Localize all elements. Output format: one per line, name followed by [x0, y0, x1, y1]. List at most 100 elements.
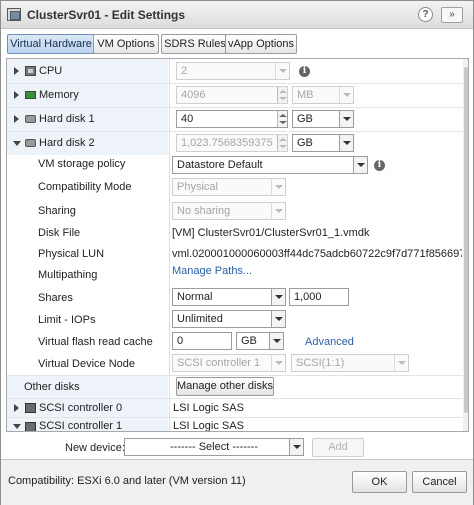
- shares-select[interactable]: Normal: [172, 288, 286, 306]
- cpu-label: CPU: [39, 65, 63, 77]
- vm-icon: [7, 8, 21, 21]
- chevron-down-icon: [339, 87, 353, 103]
- memory-unit-select[interactable]: MB: [292, 86, 354, 104]
- hard-disk-1-label: Hard disk 1: [39, 113, 95, 125]
- flash-cache-unit: GB: [241, 335, 257, 347]
- hard-disk-2-size-input[interactable]: 1,023.7568359375: [176, 134, 288, 152]
- expand-icon[interactable]: »: [441, 7, 463, 23]
- hard-disk-2-size: 1,023.7568359375: [181, 137, 273, 149]
- expand-cpu-icon[interactable]: [14, 67, 19, 75]
- info-icon[interactable]: i: [374, 160, 385, 171]
- chevron-down-icon: [269, 333, 283, 349]
- disk-file-value: [VM] ClusterSvr01/ClusterSvr01_1.vmdk: [172, 227, 370, 239]
- storage-policy-select[interactable]: Datastore Default: [172, 156, 368, 174]
- cpu-value: 2: [181, 65, 188, 77]
- compatibility-text: Compatibility: ESXi 6.0 and later (VM ve…: [8, 475, 246, 487]
- device-node-label: Virtual Device Node: [38, 358, 136, 370]
- hard-disk-1-size-input[interactable]: 40: [176, 110, 288, 128]
- collapse-scsi-1-icon[interactable]: [13, 424, 21, 429]
- compatibility-mode-label: Compatibility Mode: [38, 181, 132, 193]
- shares-number-input[interactable]: 1,000: [289, 288, 349, 306]
- hard-disk-icon: [25, 115, 36, 123]
- scsi-controller-icon: [25, 403, 36, 413]
- scrollbar[interactable]: [463, 59, 468, 431]
- multipathing-label: Multipathing: [38, 269, 98, 281]
- hard-disk-1-unit-select[interactable]: GB: [292, 110, 354, 128]
- scsi-controller-0-label: SCSI controller 0: [39, 402, 123, 414]
- hard-disk-2-stepper[interactable]: [277, 135, 287, 151]
- memory-row: Memory 4096 MB: [7, 84, 463, 107]
- tab-vapp-options[interactable]: vApp Options: [225, 34, 297, 54]
- new-device-label: New device:: [65, 442, 125, 454]
- hard-disk-1-stepper[interactable]: [277, 111, 287, 127]
- new-device-select-value: ------- Select -------: [170, 441, 258, 453]
- tab-sdrs-rules[interactable]: SDRS Rules: [161, 34, 229, 54]
- hard-disk-2-row: Hard disk 2 1,023.7568359375 GB: [7, 132, 463, 155]
- hard-disk-2-unit-select[interactable]: GB: [292, 134, 354, 152]
- hard-disk-1-size: 40: [181, 113, 194, 125]
- info-icon[interactable]: i: [299, 66, 310, 77]
- device-node-controller: SCSI controller 1: [177, 357, 261, 369]
- advanced-link[interactable]: Advanced: [305, 336, 354, 348]
- storage-policy-value: Datastore Default: [177, 159, 263, 171]
- hard-disk-1-unit: GB: [297, 113, 313, 125]
- chevron-down-icon: [271, 355, 285, 371]
- add-device-button[interactable]: Add: [312, 438, 364, 457]
- limit-iops-label: Limit - IOPs: [38, 314, 96, 326]
- device-node-value: SCSI(1:1): [296, 357, 345, 369]
- title-bar[interactable]: ClusterSvr01 - Edit Settings ? »: [1, 1, 473, 29]
- hard-disk-2-label: Hard disk 2: [39, 137, 95, 149]
- expand-hard-disk-1-icon[interactable]: [14, 115, 19, 123]
- limit-iops-select[interactable]: Unlimited: [172, 310, 286, 328]
- shares-label: Shares: [38, 292, 73, 304]
- flash-cache-label: Virtual flash read cache: [38, 336, 153, 348]
- memory-label: Memory: [39, 89, 79, 101]
- scsi-controller-icon: [25, 422, 36, 431]
- manage-paths-link[interactable]: Manage Paths...: [172, 265, 252, 277]
- footer: Compatibility: ESXi 6.0 and later (VM ve…: [1, 459, 473, 505]
- cancel-button[interactable]: Cancel: [412, 471, 467, 493]
- sharing-value: No sharing: [177, 205, 231, 217]
- scrollbar-thumb[interactable]: [464, 67, 468, 413]
- memory-input[interactable]: 4096: [176, 86, 288, 104]
- cpu-select[interactable]: 2: [176, 62, 290, 80]
- chevron-down-icon: [394, 355, 408, 371]
- memory-stepper[interactable]: [277, 87, 287, 103]
- chevron-down-icon: [271, 311, 285, 327]
- memory-value: 4096: [181, 89, 206, 101]
- manage-other-disks-button[interactable]: Manage other disks: [176, 377, 274, 396]
- scsi-controller-1-row: SCSI controller 1 LSI Logic SAS: [7, 418, 463, 432]
- expand-scsi-0-icon[interactable]: [14, 404, 19, 412]
- compatibility-mode-value: Physical: [177, 181, 218, 193]
- physical-lun-value: vml.020001000060003ff44dc75adcb60722c9f7…: [172, 248, 462, 260]
- chevron-down-icon: [339, 135, 353, 151]
- edit-settings-dialog: ClusterSvr01 - Edit Settings ? » Virtual…: [0, 0, 474, 505]
- physical-lun-label: Physical LUN: [38, 248, 105, 260]
- flash-cache-unit-select[interactable]: GB: [236, 332, 284, 350]
- sharing-select[interactable]: No sharing: [172, 202, 286, 220]
- chevron-down-icon: [271, 289, 285, 305]
- device-node-controller-select[interactable]: SCSI controller 1: [172, 354, 286, 372]
- collapse-hard-disk-2-icon[interactable]: [13, 141, 21, 146]
- limit-iops-value: Unlimited: [177, 313, 223, 325]
- storage-policy-label: VM storage policy: [38, 158, 126, 170]
- hard-disk-1-row: Hard disk 1 40 GB: [7, 108, 463, 131]
- scsi-controller-0-value: LSI Logic SAS: [173, 402, 244, 414]
- flash-cache-input[interactable]: 0: [172, 332, 232, 350]
- memory-unit: MB: [297, 89, 314, 101]
- expand-memory-icon[interactable]: [14, 91, 19, 99]
- scsi-controller-1-label: SCSI controller 1: [39, 420, 123, 432]
- tab-vm-options[interactable]: VM Options: [93, 34, 159, 54]
- new-device-select[interactable]: ------- Select -------: [124, 438, 304, 456]
- sharing-label: Sharing: [38, 205, 76, 217]
- chevron-down-icon: [271, 203, 285, 219]
- scsi-controller-1-value: LSI Logic SAS: [173, 420, 244, 432]
- cpu-row: CPU 2 i: [7, 59, 463, 83]
- tab-virtual-hardware[interactable]: Virtual Hardware: [7, 34, 95, 54]
- ok-button[interactable]: OK: [352, 471, 407, 493]
- help-icon[interactable]: ?: [418, 7, 433, 22]
- compatibility-mode-select[interactable]: Physical: [172, 178, 286, 196]
- device-node-select[interactable]: SCSI(1:1): [291, 354, 409, 372]
- shares-value: Normal: [177, 291, 213, 303]
- disk-file-label: Disk File: [38, 227, 81, 239]
